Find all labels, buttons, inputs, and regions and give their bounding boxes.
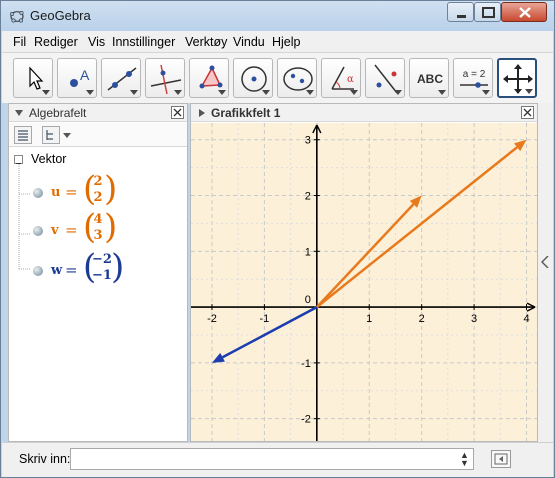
vector-y: −1 [92, 268, 112, 283]
algebra-title: Algebrafelt [29, 106, 87, 120]
command-input[interactable] [70, 448, 474, 470]
window-title: GeoGebra [30, 8, 91, 23]
algebra-header: Algebrafelt [9, 104, 187, 122]
virtual-keyboard-button[interactable] [491, 450, 511, 468]
vector-w-row[interactable]: w = ( −2 −1 ) [31, 247, 181, 291]
slider-tool-button[interactable]: a = 2 [453, 58, 493, 98]
menu-file[interactable]: Fil [13, 35, 26, 49]
right-paren: ) [111, 247, 125, 287]
x-tick-label: -2 [207, 313, 217, 325]
move-graphics-tool-button[interactable] [497, 58, 537, 98]
right-paren: ) [104, 169, 118, 209]
visibility-toggle-icon[interactable] [33, 266, 43, 276]
menu-bar: Fil Rediger Vis Innstillinger Verktøy Vi… [2, 31, 553, 53]
move-tool-button[interactable] [13, 58, 53, 98]
equals-sign: = [65, 183, 78, 201]
geogebra-logo-icon [9, 10, 24, 23]
algebra-toolbar [9, 123, 187, 147]
input-bar: Skriv inn: ▲ ▼ [2, 442, 553, 477]
geogebra-window: GeoGebra Fil Rediger Vis Innstillinger V… [0, 0, 555, 478]
expand-left-icon[interactable] [541, 256, 549, 268]
group-collapse-toggle[interactable] [14, 155, 23, 164]
y-tick-label: -1 [301, 358, 311, 370]
graphics-view: Grafikkfelt 1 -2 -1 1 2 3 4 3 2 1 -1 -2 0 [190, 103, 538, 442]
vector-name: u [51, 185, 61, 200]
vector-u-row[interactable]: u = ( 2 2 ) [31, 172, 181, 212]
x-tick-label: 1 [366, 313, 372, 325]
maximize-button[interactable] [474, 2, 501, 22]
maximize-icon [482, 7, 495, 18]
minimize-icon [457, 15, 466, 18]
x-tick-label: -1 [260, 313, 270, 325]
graphics-header: Grafikkfelt 1 [191, 104, 537, 122]
x-tick-label: 3 [471, 313, 477, 325]
tree-icon [46, 130, 53, 140]
menu-tools[interactable]: Verktøy [185, 35, 227, 49]
reflect-tool-button[interactable] [365, 58, 405, 98]
vector-v-row[interactable]: v = ( 4 3 ) [31, 207, 181, 251]
move-graphics-view-icon [503, 64, 533, 94]
y-tick-label: 3 [305, 135, 311, 147]
input-history-spinner[interactable]: ▲ ▼ [460, 451, 469, 468]
angle-tool-button[interactable]: α [321, 58, 361, 98]
menu-settings[interactable]: Innstillinger [112, 35, 175, 49]
graphics-close-button[interactable] [521, 106, 534, 119]
vector-x: −2 [92, 252, 112, 267]
point-tool-button[interactable]: A [57, 58, 97, 98]
tree-lines [18, 164, 31, 270]
visibility-toggle-icon[interactable] [33, 226, 43, 236]
menu-window[interactable]: Vindu [233, 35, 265, 49]
sort-objects-button[interactable] [42, 126, 60, 144]
y-tick-label: -2 [301, 414, 311, 426]
y-tick-label: 2 [305, 191, 311, 203]
list-icon [18, 130, 28, 141]
svg-text:α: α [347, 74, 354, 85]
collapse-triangle-icon[interactable] [15, 110, 23, 116]
x-tick-label: 4 [523, 313, 529, 325]
vector-name: v [51, 223, 59, 238]
svg-text:a = 2: a = 2 [463, 69, 486, 80]
algebra-close-button[interactable] [171, 106, 184, 119]
circle-tool-button[interactable] [233, 58, 273, 98]
close-icon [173, 108, 182, 117]
menu-edit[interactable]: Rediger [34, 35, 78, 49]
coordinate-plane[interactable]: -2 -1 1 2 3 4 3 2 1 -1 -2 0 [191, 123, 537, 441]
conic-tool-button[interactable] [277, 58, 317, 98]
close-icon [519, 7, 531, 18]
svg-text:A: A [80, 67, 90, 83]
sort-dropdown-icon[interactable] [63, 133, 71, 138]
algebra-view: Algebrafelt Vektor u = ( 2 2) v = (4 3… [8, 103, 188, 442]
right-collapse-strip[interactable] [538, 103, 553, 442]
keyboard-icon [494, 453, 508, 465]
tool-bar: A α ABC a = 2 [2, 53, 553, 103]
graphics-title: Grafikkfelt 1 [211, 106, 281, 120]
input-label: Skriv inn: [19, 452, 71, 466]
vector-name: w [51, 263, 63, 278]
group-label: Vektor [31, 152, 67, 166]
y-tick-label: 1 [305, 246, 311, 258]
origin-label: 0 [305, 294, 311, 306]
minimize-button[interactable] [447, 2, 474, 22]
svg-text:ABC: ABC [417, 72, 443, 86]
perpendicular-tool-button[interactable] [145, 58, 185, 98]
line-tool-button[interactable] [101, 58, 141, 98]
plot-background [191, 123, 537, 441]
menu-view[interactable]: Vis [88, 35, 105, 49]
menu-help[interactable]: Hjelp [272, 35, 301, 49]
equals-sign: = [65, 221, 78, 239]
title-bar: GeoGebra [1, 1, 554, 31]
right-paren: ) [104, 207, 118, 247]
expand-triangle-icon[interactable] [199, 109, 205, 117]
visibility-toggle-icon[interactable] [33, 188, 43, 198]
auxiliary-objects-button[interactable] [14, 126, 32, 144]
close-window-button[interactable] [501, 2, 547, 22]
polygon-tool-button[interactable] [189, 58, 229, 98]
text-tool-button[interactable]: ABC [409, 58, 449, 98]
equals-sign: = [65, 261, 78, 279]
close-icon [523, 108, 532, 117]
x-tick-label: 2 [419, 313, 425, 325]
